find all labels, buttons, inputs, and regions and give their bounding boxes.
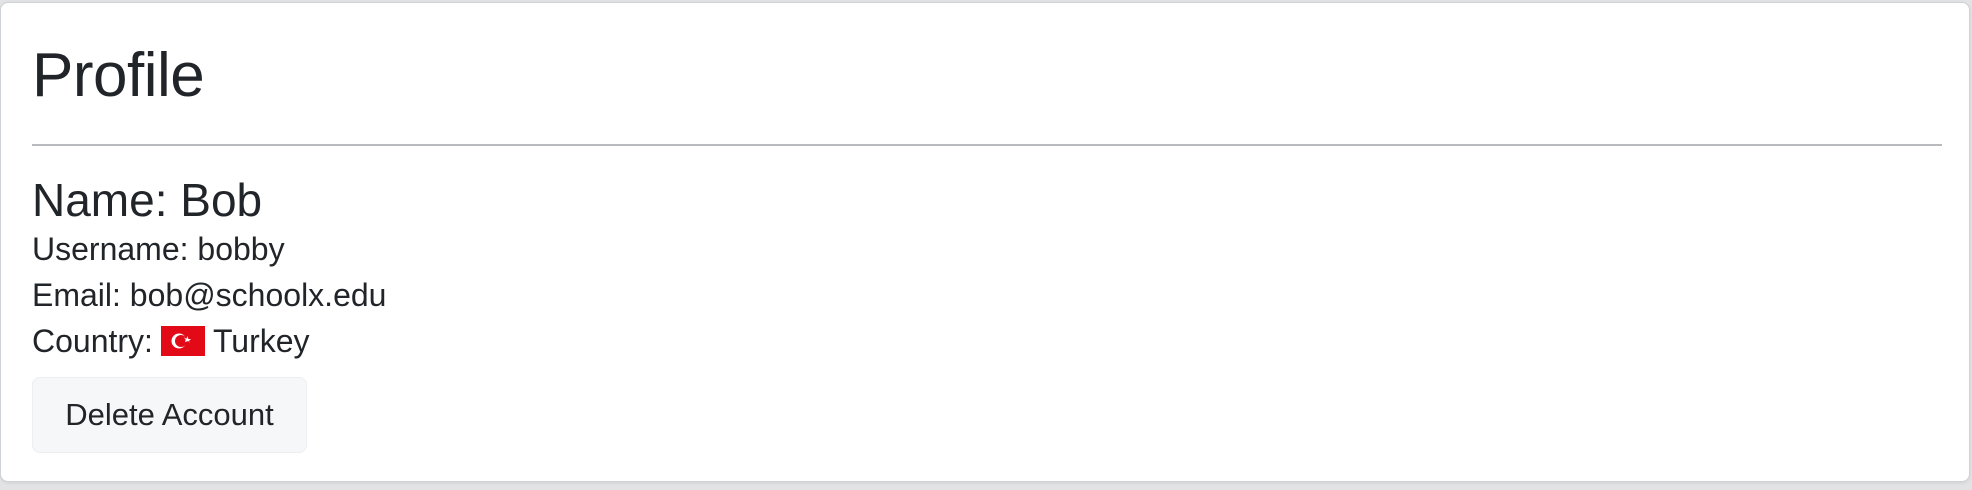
country-value: Turkey	[212, 323, 310, 359]
name-label: Name:	[32, 174, 168, 226]
profile-email: Email: bob@schoolx.edu	[32, 275, 386, 315]
country-label: Country:	[32, 323, 153, 359]
name-value: Bob	[180, 174, 263, 226]
profile-name: Name: Bob	[32, 173, 262, 227]
username-label: Username:	[32, 231, 189, 267]
profile-country: Country: Turkey	[32, 321, 310, 361]
divider	[32, 144, 1942, 146]
email-label: Email:	[32, 277, 121, 313]
profile-username: Username: bobby	[32, 229, 285, 269]
delete-account-button[interactable]: Delete Account	[32, 377, 307, 453]
page-title: Profile	[32, 41, 205, 110]
profile-card: Profile Name: Bob Username: bobby Email:…	[0, 2, 1970, 482]
username-value: bobby	[197, 231, 285, 267]
email-value: bob@schoolx.edu	[129, 277, 387, 313]
turkey-flag-icon	[160, 326, 205, 356]
